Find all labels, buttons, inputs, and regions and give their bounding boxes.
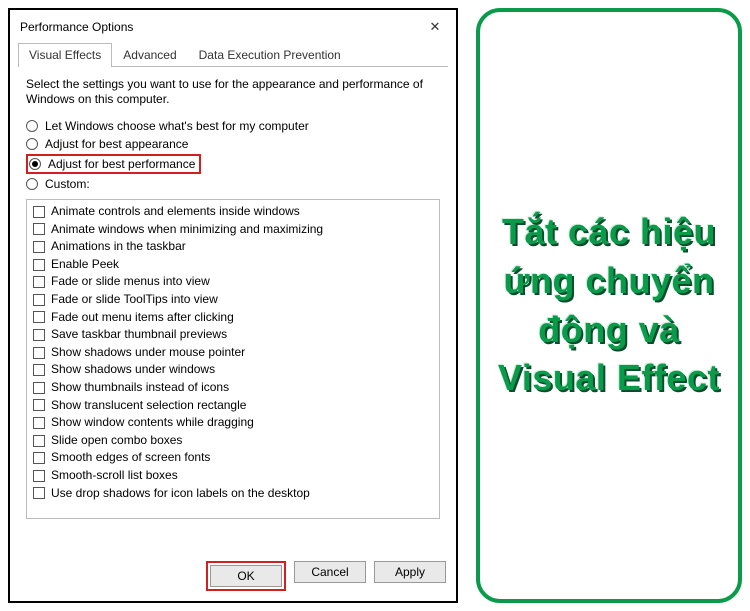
checkbox-label: Slide open combo boxes xyxy=(51,433,182,449)
ok-highlight: OK xyxy=(206,561,286,591)
checkbox-label: Show window contents while dragging xyxy=(51,415,254,431)
checkbox-row[interactable]: Animate controls and elements inside win… xyxy=(33,203,433,221)
checkbox-label: Enable Peek xyxy=(51,257,119,273)
radio-best-appearance[interactable]: Adjust for best appearance xyxy=(26,135,440,153)
radio-label: Adjust for best performance xyxy=(48,157,195,171)
tab-body: Select the settings you want to use for … xyxy=(10,67,456,553)
checkbox-label: Use drop shadows for icon labels on the … xyxy=(51,486,310,502)
checkbox-label: Animate controls and elements inside win… xyxy=(51,204,300,220)
tab-dep[interactable]: Data Execution Prevention xyxy=(188,43,352,67)
radio-icon xyxy=(29,158,41,170)
checkbox-row[interactable]: Smooth edges of screen fonts xyxy=(33,449,433,467)
checkbox-icon xyxy=(33,452,45,464)
checkbox-icon xyxy=(33,206,45,218)
checkbox-label: Smooth edges of screen fonts xyxy=(51,450,210,466)
cancel-button[interactable]: Cancel xyxy=(294,561,366,583)
checkbox-row[interactable]: Animations in the taskbar xyxy=(33,238,433,256)
radio-icon xyxy=(26,120,38,132)
checkbox-icon xyxy=(33,382,45,394)
checkbox-row[interactable]: Save taskbar thumbnail previews xyxy=(33,326,433,344)
titlebar: Performance Options ✕ xyxy=(10,10,456,42)
side-caption-panel: Tắt các hiệu ứng chuyển động và Visual E… xyxy=(476,8,742,603)
radio-icon xyxy=(26,138,38,150)
close-icon[interactable]: ✕ xyxy=(422,16,448,38)
checkbox-row[interactable]: Enable Peek xyxy=(33,256,433,274)
checkbox-label: Fade out menu items after clicking xyxy=(51,310,234,326)
checkbox-icon xyxy=(33,311,45,323)
checkbox-label: Show translucent selection rectangle xyxy=(51,398,246,414)
checkbox-row[interactable]: Smooth-scroll list boxes xyxy=(33,467,433,485)
checkbox-row[interactable]: Animate windows when minimizing and maxi… xyxy=(33,221,433,239)
checkbox-row[interactable]: Use drop shadows for icon labels on the … xyxy=(33,485,433,503)
checkbox-label: Animate windows when minimizing and maxi… xyxy=(51,222,323,238)
radio-label: Adjust for best appearance xyxy=(45,137,188,151)
checkbox-icon xyxy=(33,347,45,359)
checkbox-label: Fade or slide menus into view xyxy=(51,274,210,290)
checkbox-row[interactable]: Show translucent selection rectangle xyxy=(33,397,433,415)
checkbox-icon xyxy=(33,470,45,482)
checkbox-row[interactable]: Slide open combo boxes xyxy=(33,432,433,450)
tab-visual-effects[interactable]: Visual Effects xyxy=(18,43,112,67)
checkbox-label: Smooth-scroll list boxes xyxy=(51,468,178,484)
performance-options-dialog: Performance Options ✕ Visual Effects Adv… xyxy=(8,8,458,603)
checkbox-icon xyxy=(33,435,45,447)
checkbox-row[interactable]: Fade out menu items after clicking xyxy=(33,309,433,327)
radio-label: Custom: xyxy=(45,177,90,191)
highlight-box: Adjust for best performance xyxy=(26,154,201,174)
checkbox-icon xyxy=(33,259,45,271)
radio-best-performance[interactable]: Adjust for best performance xyxy=(29,157,195,171)
checkbox-row[interactable]: Show shadows under windows xyxy=(33,361,433,379)
checkbox-label: Show shadows under mouse pointer xyxy=(51,345,245,361)
tab-advanced[interactable]: Advanced xyxy=(112,43,187,67)
side-caption-text: Tắt các hiệu ứng chuyển động và Visual E… xyxy=(490,208,728,402)
checkbox-icon xyxy=(33,364,45,376)
radio-custom[interactable]: Custom: xyxy=(26,175,440,193)
radio-label: Let Windows choose what's best for my co… xyxy=(45,119,309,133)
apply-button[interactable]: Apply xyxy=(374,561,446,583)
radio-let-windows-choose[interactable]: Let Windows choose what's best for my co… xyxy=(26,117,440,135)
checkbox-icon xyxy=(33,329,45,341)
description-text: Select the settings you want to use for … xyxy=(26,77,440,107)
checkbox-label: Show thumbnails instead of icons xyxy=(51,380,229,396)
checkbox-icon xyxy=(33,294,45,306)
checkbox-icon xyxy=(33,276,45,288)
checkbox-label: Show shadows under windows xyxy=(51,362,215,378)
checkbox-icon xyxy=(33,241,45,253)
dialog-footer: OK Cancel Apply xyxy=(10,553,456,601)
ok-button[interactable]: OK xyxy=(210,565,282,587)
checkbox-row[interactable]: Fade or slide menus into view xyxy=(33,273,433,291)
checkbox-row[interactable]: Show shadows under mouse pointer xyxy=(33,344,433,362)
checkbox-icon xyxy=(33,487,45,499)
checkbox-row[interactable]: Show thumbnails instead of icons xyxy=(33,379,433,397)
radio-icon xyxy=(26,178,38,190)
checkbox-label: Save taskbar thumbnail previews xyxy=(51,327,227,343)
checkbox-row[interactable]: Show window contents while dragging xyxy=(33,414,433,432)
checkbox-icon xyxy=(33,417,45,429)
tab-strip: Visual Effects Advanced Data Execution P… xyxy=(18,42,448,67)
checkbox-row[interactable]: Fade or slide ToolTips into view xyxy=(33,291,433,309)
effects-checklist[interactable]: Animate controls and elements inside win… xyxy=(26,199,440,519)
checkbox-icon xyxy=(33,223,45,235)
checkbox-label: Animations in the taskbar xyxy=(51,239,186,255)
checkbox-label: Fade or slide ToolTips into view xyxy=(51,292,218,308)
checkbox-icon xyxy=(33,399,45,411)
window-title: Performance Options xyxy=(20,20,133,34)
